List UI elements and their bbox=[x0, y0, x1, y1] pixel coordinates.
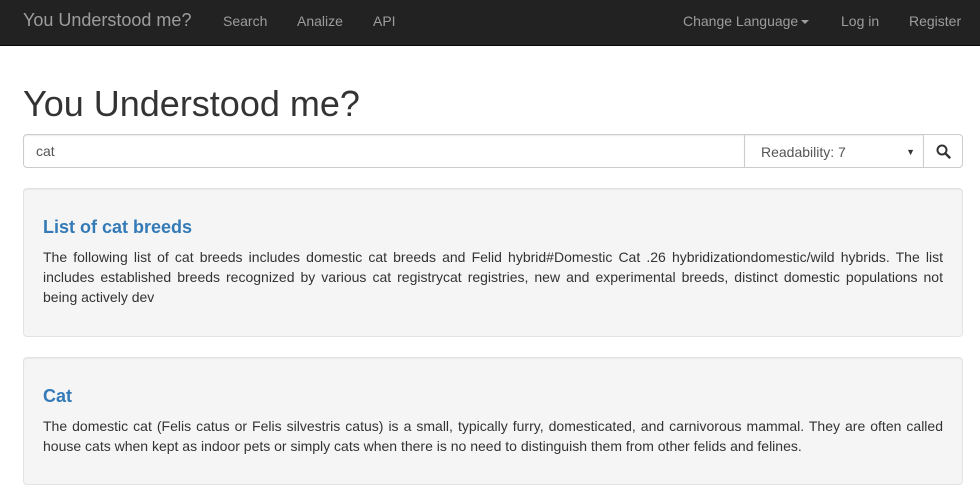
search-input[interactable] bbox=[23, 134, 745, 168]
result-card: Cat The domestic cat (Felis catus or Fel… bbox=[23, 357, 963, 485]
readability-selected-value: Readability: 7 bbox=[761, 144, 846, 160]
search-button[interactable] bbox=[923, 134, 963, 168]
brand-link[interactable]: You Understood me? bbox=[23, 10, 191, 30]
caret-down-icon bbox=[801, 20, 810, 25]
readability-select[interactable]: Readability: 7 ▼ bbox=[744, 134, 924, 168]
result-card: List of cat breeds The following list of… bbox=[23, 188, 963, 337]
nav-api-link[interactable]: API bbox=[373, 13, 396, 29]
register-link[interactable]: Register bbox=[909, 13, 961, 29]
result-snippet: The domestic cat (Felis catus or Felis s… bbox=[43, 418, 943, 454]
result-title-link[interactable]: Cat bbox=[43, 386, 72, 406]
page-title: You Understood me? bbox=[23, 83, 360, 124]
top-navbar: You Understood me? Search Analize API Ch… bbox=[0, 0, 980, 46]
change-language-dropdown[interactable]: Change Language bbox=[683, 13, 810, 29]
search-icon bbox=[936, 144, 951, 159]
change-language-label: Change Language bbox=[683, 13, 799, 29]
result-title-link[interactable]: List of cat breeds bbox=[43, 217, 192, 237]
select-arrow-icon: ▼ bbox=[906, 147, 915, 157]
nav-search-link[interactable]: Search bbox=[223, 13, 267, 29]
result-snippet: The following list of cat breeds include… bbox=[43, 249, 943, 305]
login-link[interactable]: Log in bbox=[841, 13, 879, 29]
nav-analize-link[interactable]: Analize bbox=[297, 13, 343, 29]
